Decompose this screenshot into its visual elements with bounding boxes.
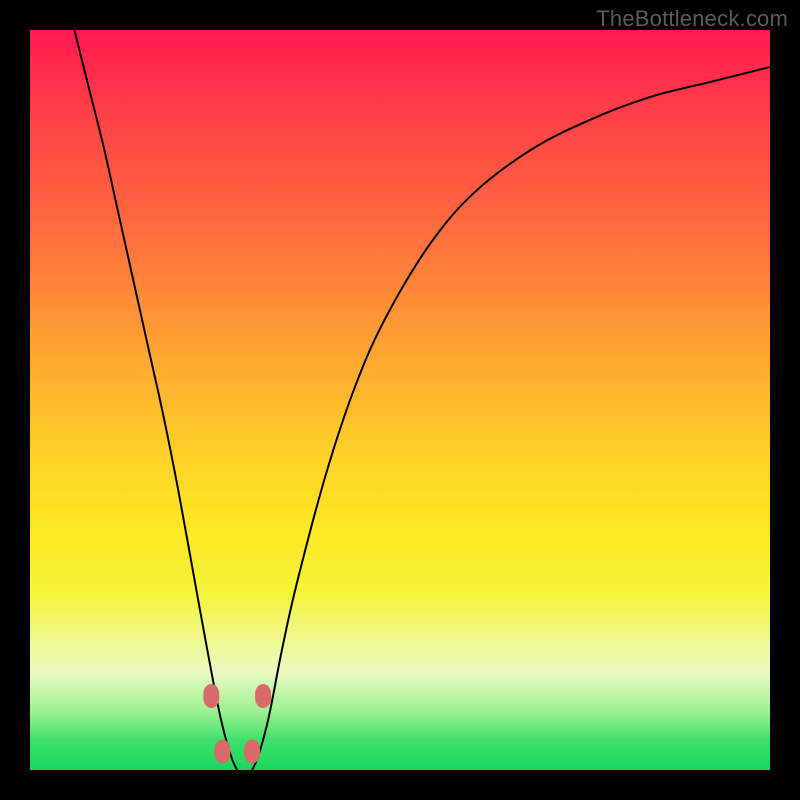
plot-area	[30, 30, 770, 770]
curve-markers	[203, 684, 271, 764]
bottleneck-curve-path	[74, 30, 770, 770]
curve-svg	[30, 30, 770, 770]
chart-frame: TheBottleneck.com	[0, 0, 800, 800]
curve-marker	[203, 684, 219, 708]
curve-marker	[255, 684, 271, 708]
curve-marker	[214, 740, 230, 764]
bottleneck-curve	[74, 30, 770, 770]
curve-marker	[244, 740, 260, 764]
watermark-text: TheBottleneck.com	[596, 6, 788, 32]
